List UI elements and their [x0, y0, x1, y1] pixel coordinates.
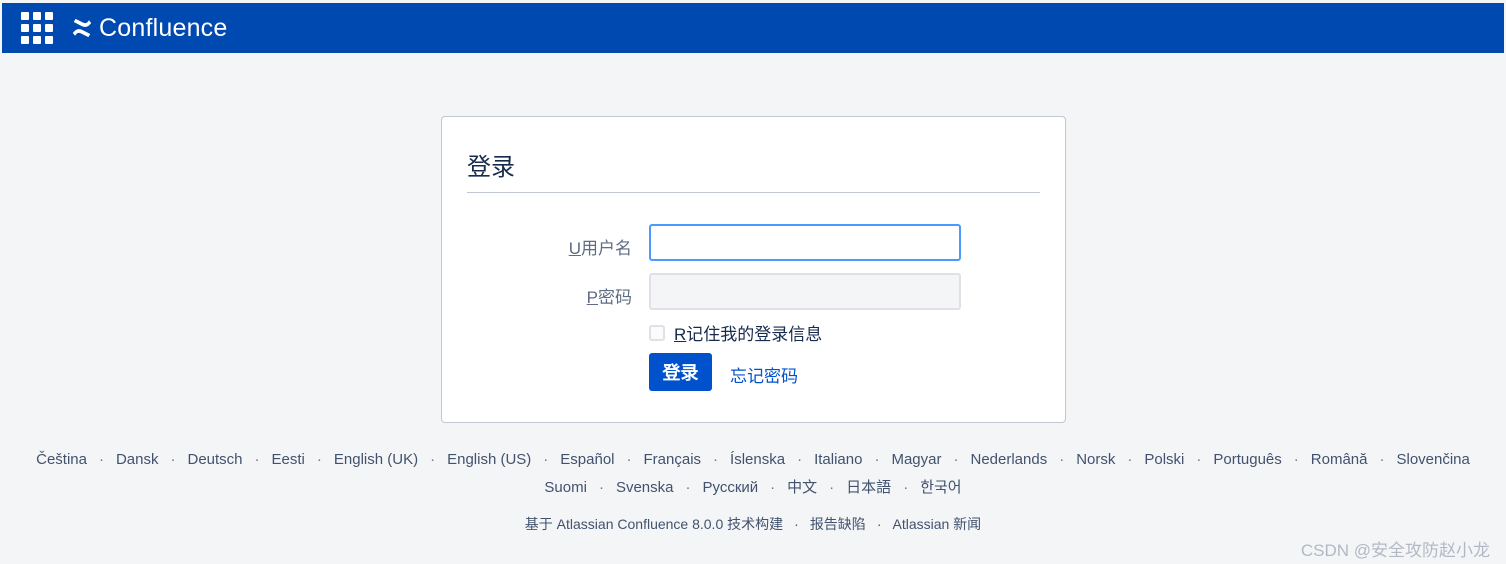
language-link[interactable]: English (UK) — [334, 451, 418, 468]
forgot-password-link[interactable]: 忘记密码 — [730, 362, 798, 387]
separator: · — [797, 451, 803, 468]
language-link[interactable]: Deutsch — [188, 451, 243, 468]
confluence-logo-icon — [72, 18, 92, 38]
language-link[interactable]: Português — [1213, 451, 1281, 468]
separator: · — [626, 451, 632, 468]
separator: · — [598, 479, 604, 496]
password-label: P密码 — [442, 283, 632, 308]
footer-link[interactable]: 基于 Atlassian Confluence 8.0.0 技术构建 — [525, 514, 783, 534]
password-label-text: 密码 — [598, 288, 632, 307]
remember-me-label[interactable]: R记住我的登录信息 — [674, 320, 822, 345]
language-link[interactable]: Svenska — [616, 479, 674, 496]
remember-label-text: 记住我的登录信息 — [686, 325, 823, 344]
login-form-card: 登录 U用户名 P密码 R记住我的登录信息 登录 忘记密码 — [441, 116, 1066, 423]
separator: · — [794, 516, 799, 532]
language-link[interactable]: Română — [1311, 451, 1368, 468]
separator: · — [170, 451, 176, 468]
language-link[interactable]: Suomi — [544, 479, 587, 496]
username-label: U用户名 — [442, 234, 632, 259]
separator: · — [1127, 451, 1133, 468]
language-link[interactable]: Magyar — [891, 451, 941, 468]
language-link[interactable]: Русский — [702, 479, 758, 496]
footer-link[interactable]: Atlassian 新闻 — [892, 514, 981, 534]
language-list-row-1: Čeština · Dansk · Deutsch · Eesti · English (UK)… — [0, 451, 1506, 468]
language-link[interactable]: Español — [560, 451, 614, 468]
separator: · — [316, 451, 322, 468]
username-input[interactable] — [649, 224, 961, 261]
language-link[interactable]: Íslenska — [730, 451, 785, 468]
confluence-logo[interactable]: Confluence — [71, 14, 227, 43]
separator: · — [876, 516, 882, 532]
footer-link[interactable]: 报告缺陷 — [810, 514, 866, 534]
separator: · — [1379, 451, 1385, 468]
separator: · — [770, 479, 776, 496]
login-button[interactable]: 登录 — [649, 353, 712, 391]
language-link[interactable]: Slovenčina — [1396, 451, 1469, 468]
separator: · — [903, 479, 909, 496]
separator: · — [713, 451, 719, 468]
separator: · — [1293, 451, 1299, 468]
language-link[interactable]: Dansk — [116, 451, 159, 468]
language-link[interactable]: 日本語 — [846, 476, 891, 497]
language-link[interactable]: 한국어 — [920, 476, 961, 497]
watermark: CSDN @安全攻防赵小龙 — [1300, 541, 1490, 560]
language-link[interactable]: English (US) — [447, 451, 531, 468]
page-footer: 基于 Atlassian Confluence 8.0.0 技术构建 · 报告缺陷 ·… — [0, 514, 1506, 534]
remember-me-checkbox[interactable] — [649, 324, 665, 341]
separator: · — [953, 451, 959, 468]
login-title: 登录 — [467, 154, 515, 181]
language-link[interactable]: Čeština — [36, 451, 87, 468]
separator: · — [874, 451, 880, 468]
remember-access-key: R — [674, 325, 687, 344]
language-link[interactable]: Nederlands — [970, 451, 1047, 468]
app-switcher-icon[interactable] — [21, 12, 53, 44]
username-label-text: 用户名 — [581, 239, 632, 258]
separator: · — [254, 451, 260, 468]
separator: · — [430, 451, 436, 468]
title-divider — [467, 192, 1040, 193]
separator: · — [685, 479, 691, 496]
language-link[interactable]: Eesti — [272, 451, 305, 468]
separator: · — [543, 451, 549, 468]
password-input[interactable] — [649, 273, 961, 310]
separator: · — [1196, 451, 1202, 468]
separator: · — [1059, 451, 1065, 468]
username-access-key: U — [568, 239, 581, 258]
language-link[interactable]: Italiano — [814, 451, 862, 468]
language-link[interactable]: Norsk — [1076, 451, 1115, 468]
app-name: Confluence — [99, 13, 228, 42]
language-link[interactable]: Polski — [1144, 451, 1184, 468]
separator: · — [829, 479, 835, 496]
password-access-key: P — [586, 288, 598, 307]
language-link[interactable]: 中文 — [787, 476, 817, 497]
separator: · — [98, 451, 104, 468]
language-list-row-2: Suomi · Svenska · Русский · 中文 · 日本語 · 한국어 — [0, 476, 1506, 497]
remember-me-option[interactable]: R记住我的登录信息 — [649, 320, 822, 345]
top-navigation-bar: Confluence — [2, 3, 1504, 53]
language-link[interactable]: Français — [644, 451, 702, 468]
